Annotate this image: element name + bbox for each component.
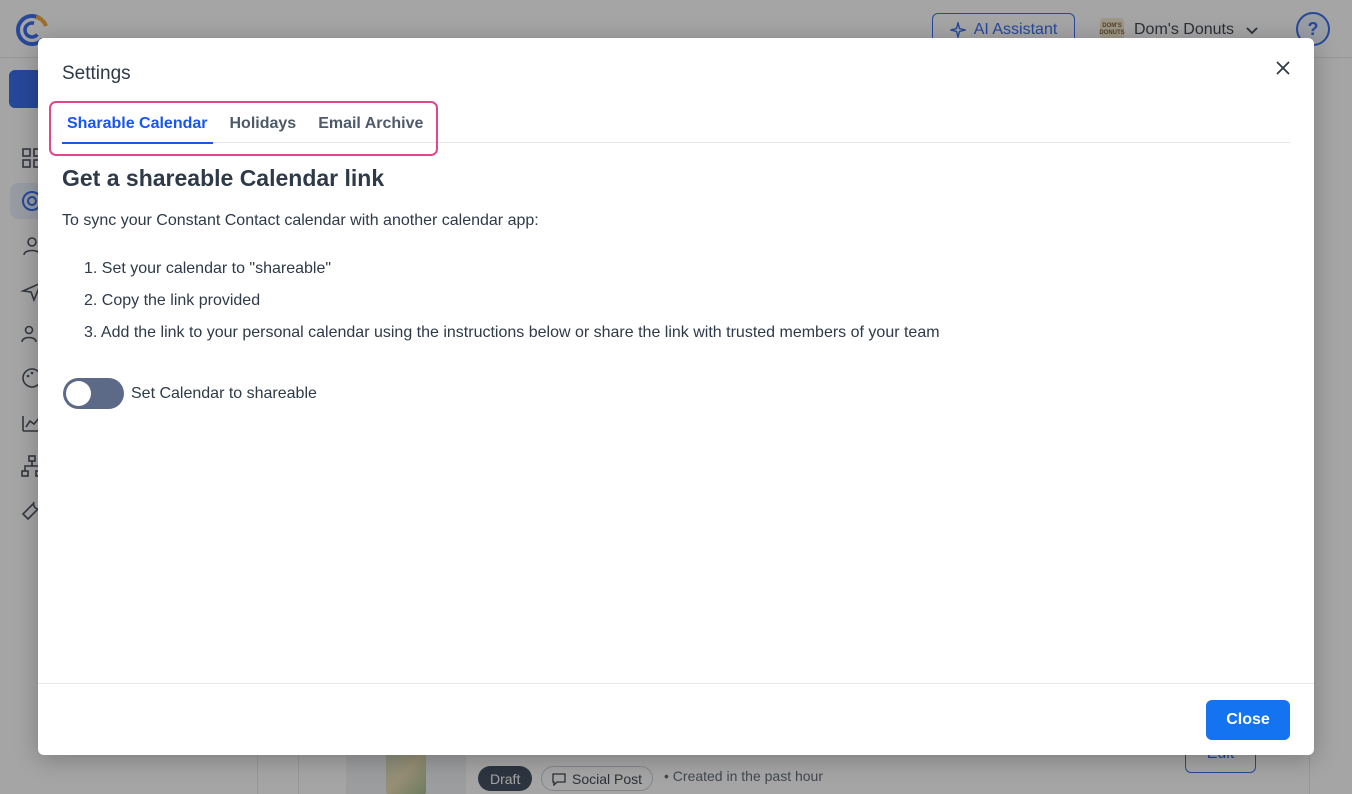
section-heading: Get a shareable Calendar link: [62, 165, 385, 191]
settings-modal: Settings Sharable Calendar Holidays Emai…: [38, 38, 1314, 755]
close-icon[interactable]: [1272, 57, 1294, 79]
close-button[interactable]: Close: [1206, 700, 1290, 740]
intro-text: To sync your Constant Contact calendar w…: [62, 212, 539, 229]
toggle-knob: [66, 381, 91, 406]
step-item: 1. Set your calendar to "shareable": [84, 260, 332, 277]
footer-divider: [38, 683, 1314, 684]
step-item: 2. Copy the link provided: [84, 292, 261, 309]
steps-list: 1. Set your calendar to "shareable" 2. C…: [84, 259, 940, 355]
x-glyph: [1276, 61, 1290, 75]
shareable-toggle-label: Set Calendar to shareable: [131, 384, 317, 402]
modal-title: Settings: [62, 63, 131, 84]
tabs-highlight-box: [49, 101, 438, 156]
shareable-toggle-row: Set Calendar to shareable: [63, 378, 317, 409]
step-item: 3. Add the link to your personal calenda…: [84, 324, 940, 341]
shareable-toggle[interactable]: [63, 378, 124, 409]
